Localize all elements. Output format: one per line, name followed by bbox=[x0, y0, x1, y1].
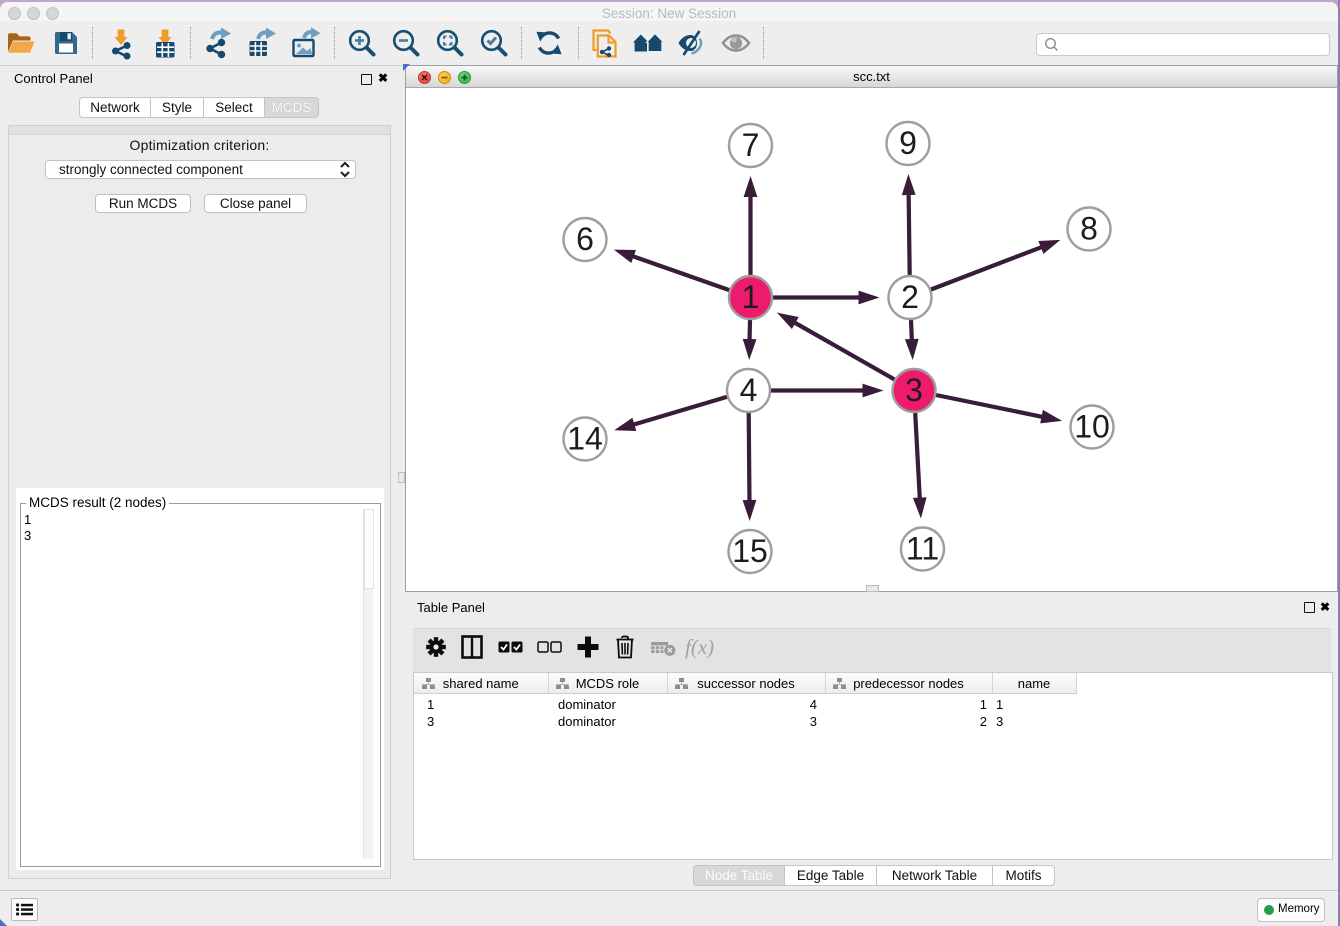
svg-text:4: 4 bbox=[740, 372, 758, 408]
svg-text:1: 1 bbox=[742, 279, 760, 315]
svg-text:2: 2 bbox=[901, 279, 919, 315]
svg-text:11: 11 bbox=[906, 531, 939, 567]
svg-text:3: 3 bbox=[905, 372, 923, 408]
svg-text:9: 9 bbox=[899, 125, 917, 161]
svg-text:7: 7 bbox=[742, 127, 760, 163]
svg-text:6: 6 bbox=[576, 221, 594, 257]
svg-text:10: 10 bbox=[1074, 409, 1110, 445]
svg-text:8: 8 bbox=[1080, 211, 1098, 247]
svg-text:15: 15 bbox=[732, 533, 768, 569]
svg-text:14: 14 bbox=[567, 421, 603, 457]
